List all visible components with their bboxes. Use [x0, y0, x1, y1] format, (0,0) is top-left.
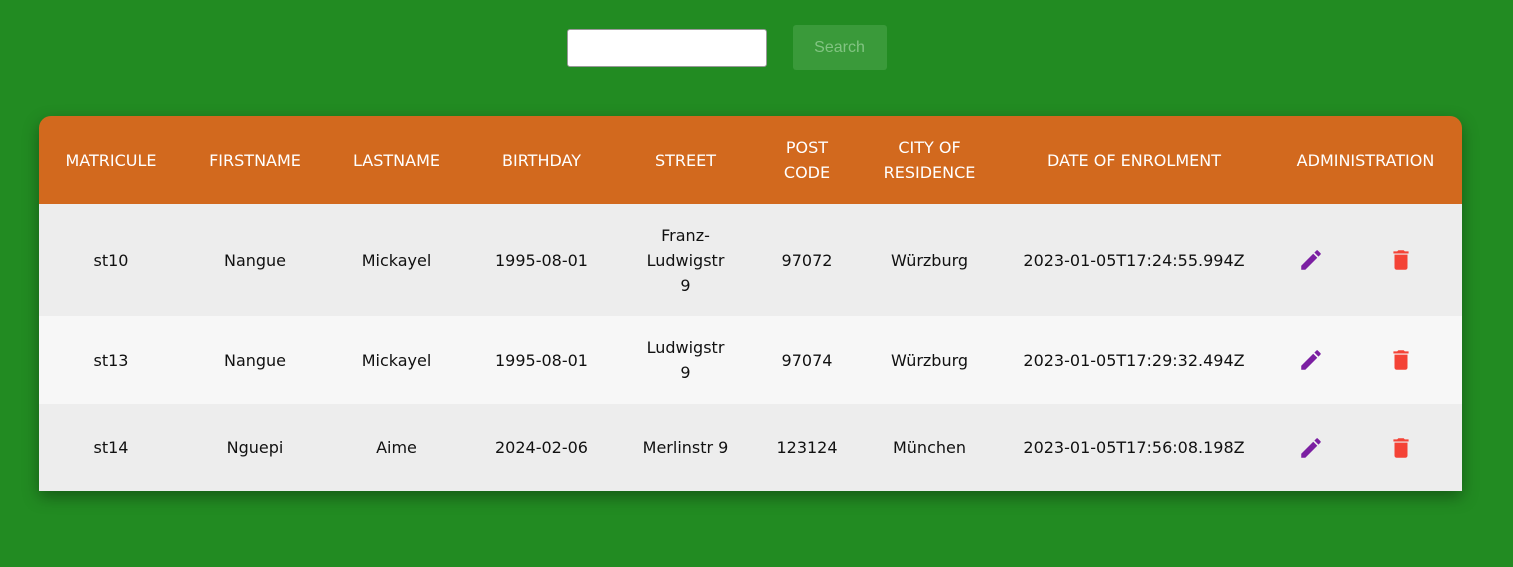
cell-post-code: 97072: [781, 250, 833, 270]
edit-button[interactable]: [1298, 435, 1324, 461]
header-street[interactable]: Street: [617, 116, 754, 204]
cell-firstname: Nguepi: [226, 438, 284, 457]
header-birthday[interactable]: Birthday: [466, 116, 617, 204]
cell-city: Würzburg: [890, 350, 969, 370]
trash-icon: [1393, 350, 1409, 370]
cell-matricule: st10: [93, 250, 129, 270]
cell-lastname: Mickayel: [361, 250, 432, 270]
cell-post-code: 123124: [776, 438, 838, 457]
delete-button[interactable]: [1388, 347, 1414, 373]
header-post-code[interactable]: Post code: [754, 116, 860, 204]
students-table: Matricule Firstname Lastname Birthday St…: [39, 116, 1462, 491]
header-firstname[interactable]: Firstname: [183, 116, 327, 204]
cell-enrolment-date: 2023-01-05T17:29:32.494Z: [1023, 350, 1245, 370]
edit-button[interactable]: [1298, 247, 1324, 273]
pencil-icon: [1301, 437, 1321, 458]
pencil-icon: [1301, 250, 1321, 270]
header-city[interactable]: City of residence: [860, 116, 999, 204]
cell-street: Merlinstr 9: [642, 438, 729, 457]
delete-button[interactable]: [1388, 435, 1414, 461]
cell-birthday: 1995-08-01: [495, 350, 588, 370]
header-administration: Administration: [1296, 150, 1435, 170]
header-lastname[interactable]: Lastname: [327, 116, 466, 204]
pencil-icon: [1301, 350, 1321, 370]
table-row: st10 Nangue Mickayel 1995-08-01 Franz-Lu…: [39, 204, 1462, 316]
cell-birthday: 1995-08-01: [495, 250, 588, 270]
students-table-card: Matricule Firstname Lastname Birthday St…: [39, 116, 1462, 491]
cell-matricule: st13: [93, 350, 129, 370]
cell-matricule: st14: [93, 438, 129, 457]
header-matricule[interactable]: Matricule: [39, 116, 183, 204]
trash-icon: [1393, 437, 1409, 458]
cell-city: Würzburg: [890, 250, 969, 270]
cell-enrolment-date: 2023-01-05T17:24:55.994Z: [1023, 250, 1245, 270]
cell-lastname: Aime: [376, 438, 417, 457]
cell-street: Franz-Ludwigstr 9: [646, 225, 725, 295]
cell-administration: [1269, 204, 1462, 316]
cell-post-code: 97074: [781, 350, 833, 370]
cell-firstname: Nangue: [223, 250, 287, 270]
trash-icon: [1393, 250, 1409, 270]
table-row: st14 Nguepi Aime 2024-02-06 Merlinstr 9 …: [39, 404, 1462, 491]
cell-administration: [1269, 404, 1462, 491]
search-bar: Search: [0, 25, 1513, 70]
table-header-row: Matricule Firstname Lastname Birthday St…: [39, 116, 1462, 204]
cell-lastname: Mickayel: [361, 350, 432, 370]
search-button[interactable]: Search: [792, 25, 887, 70]
cell-firstname: Nangue: [223, 350, 287, 370]
search-input[interactable]: [566, 28, 767, 67]
cell-birthday: 2024-02-06: [495, 438, 588, 457]
table-row: st13 Nangue Mickayel 1995-08-01 Ludwigst…: [39, 316, 1462, 404]
cell-administration: [1269, 316, 1462, 404]
delete-button[interactable]: [1388, 247, 1414, 273]
cell-enrolment-date: 2023-01-05T17:56:08.198Z: [1023, 438, 1245, 457]
cell-street: Ludwigstr 9: [646, 338, 725, 382]
header-enrolment-date[interactable]: Date of enrolment: [999, 116, 1269, 204]
cell-city: München: [892, 438, 966, 457]
edit-button[interactable]: [1298, 347, 1324, 373]
